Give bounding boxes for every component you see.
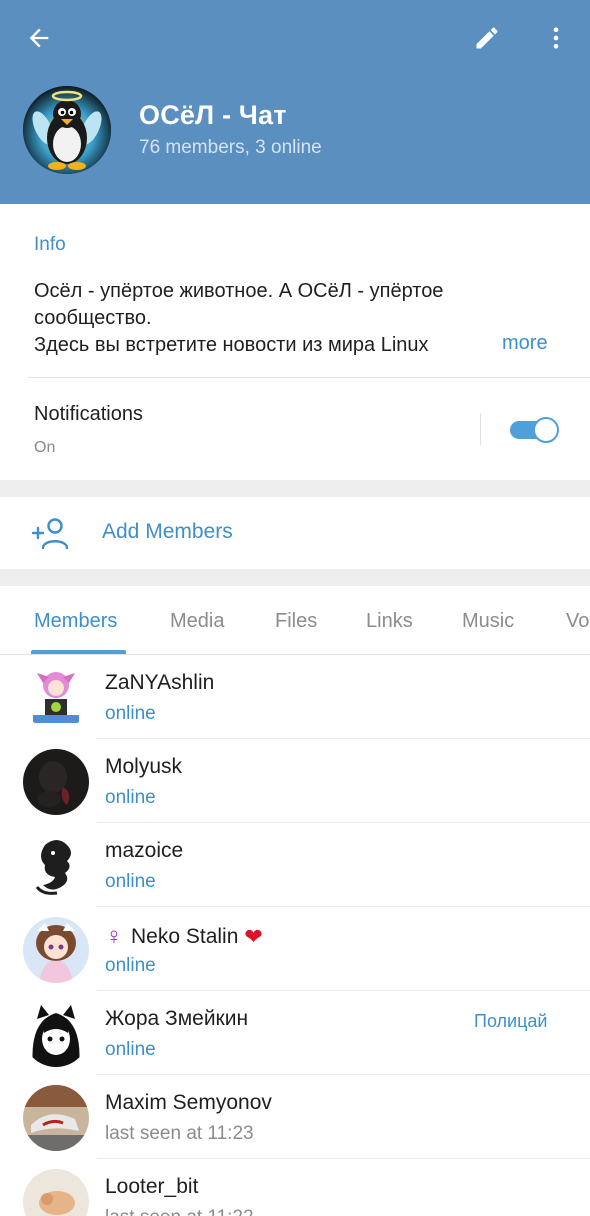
- more-link[interactable]: more: [502, 332, 548, 355]
- member-name: Maxim Semyonov: [105, 1091, 272, 1114]
- tab-members[interactable]: Members: [34, 610, 117, 633]
- divider: [28, 377, 590, 378]
- notifications-toggle[interactable]: [510, 417, 560, 443]
- member-status: online: [105, 787, 156, 808]
- group-title: ОСёЛ - Чат: [139, 100, 287, 130]
- avatar: [23, 917, 89, 983]
- member-status: online: [105, 1039, 156, 1060]
- notifications-title: Notifications: [34, 403, 143, 425]
- toggle-knob: [533, 417, 559, 443]
- description-line-text: Здесь вы встретите новости из мира Linux: [34, 334, 429, 356]
- member-row[interactable]: Жора Змейкин Полицай online: [0, 991, 590, 1075]
- description-line: Здесь вы встретите новости из мира Linux: [34, 332, 494, 359]
- add-user-icon: [31, 518, 69, 549]
- member-status: online: [105, 703, 156, 724]
- more-options-button[interactable]: [534, 16, 578, 60]
- heart-icon: ❤: [244, 924, 263, 949]
- avatar: [23, 665, 89, 731]
- tab-files[interactable]: Files: [275, 610, 317, 633]
- edit-button[interactable]: [465, 16, 509, 60]
- notifications-row[interactable]: Notifications On: [0, 379, 590, 480]
- tab-links[interactable]: Links: [366, 610, 413, 633]
- more-vertical-icon: [553, 27, 559, 49]
- member-row[interactable]: mazoice online: [0, 823, 590, 907]
- add-members-label: Add Members: [102, 520, 233, 543]
- text-fade: [444, 332, 494, 359]
- notifications-status: On: [34, 439, 56, 456]
- female-sign-icon: ♀: [105, 923, 123, 950]
- vertical-divider: [480, 413, 481, 445]
- active-tab-indicator: [31, 650, 126, 654]
- add-members-button[interactable]: Add Members: [0, 497, 590, 569]
- member-name: Molyusk: [105, 755, 183, 778]
- profile-tabs: Members Media Files Links Music Vo: [0, 586, 590, 655]
- member-role-badge: Полицай: [474, 1011, 548, 1031]
- member-status: last seen at 11:23: [105, 1123, 254, 1144]
- member-status: online: [105, 871, 156, 892]
- avatar: [23, 1169, 89, 1216]
- description-line: Осёл - упёртое животное. А ОСёЛ - упёрто…: [34, 280, 444, 302]
- member-name: ZaNYAshlin: [105, 671, 215, 694]
- member-row[interactable]: Molyusk online: [0, 739, 590, 823]
- member-status: online: [105, 955, 156, 976]
- group-subtitle: 76 members, 3 online: [139, 137, 322, 158]
- section-gap: [0, 569, 590, 586]
- chat-header: ОСёЛ - Чат 76 members, 3 online: [0, 0, 590, 204]
- group-avatar[interactable]: [23, 86, 111, 174]
- member-name: Looter_bit: [105, 1175, 199, 1198]
- member-name: mazoice: [105, 839, 184, 862]
- description-line: сообщество.: [34, 307, 152, 329]
- section-gap: [0, 480, 590, 497]
- info-section: Info Осёл - упёртое животное. А ОСёЛ - у…: [0, 204, 590, 480]
- avatar: [23, 1001, 89, 1067]
- tab-media[interactable]: Media: [170, 610, 224, 633]
- member-status: last seen at 11:22: [105, 1207, 254, 1216]
- arrow-left-icon: [29, 28, 49, 48]
- avatar: [23, 833, 89, 899]
- pencil-icon: [476, 27, 498, 49]
- avatar: [23, 1085, 89, 1151]
- back-button[interactable]: [17, 16, 61, 60]
- group-description[interactable]: Осёл - упёртое животное. А ОСёЛ - упёрто…: [34, 278, 564, 359]
- member-row[interactable]: Maxim Semyonov last seen at 11:23: [0, 1075, 590, 1159]
- member-name: Жора Змейкин: [105, 1007, 249, 1030]
- member-name: ♀ Neko Stalin ❤: [105, 923, 263, 951]
- member-name-text: Neko Stalin: [131, 925, 239, 948]
- tux-penguin-icon: [23, 86, 111, 174]
- tab-music[interactable]: Music: [462, 610, 514, 633]
- avatar: [23, 749, 89, 815]
- member-row[interactable]: ♀ Neko Stalin ❤ online: [0, 907, 590, 991]
- member-row[interactable]: Looter_bit last seen at 11:22: [0, 1159, 590, 1216]
- member-row[interactable]: ZaNYAshlin online: [0, 655, 590, 739]
- info-heading: Info: [34, 234, 66, 255]
- tab-voice[interactable]: Vo: [566, 610, 589, 633]
- members-list: ZaNYAshlin online Molyusk online mazoice: [0, 655, 590, 1216]
